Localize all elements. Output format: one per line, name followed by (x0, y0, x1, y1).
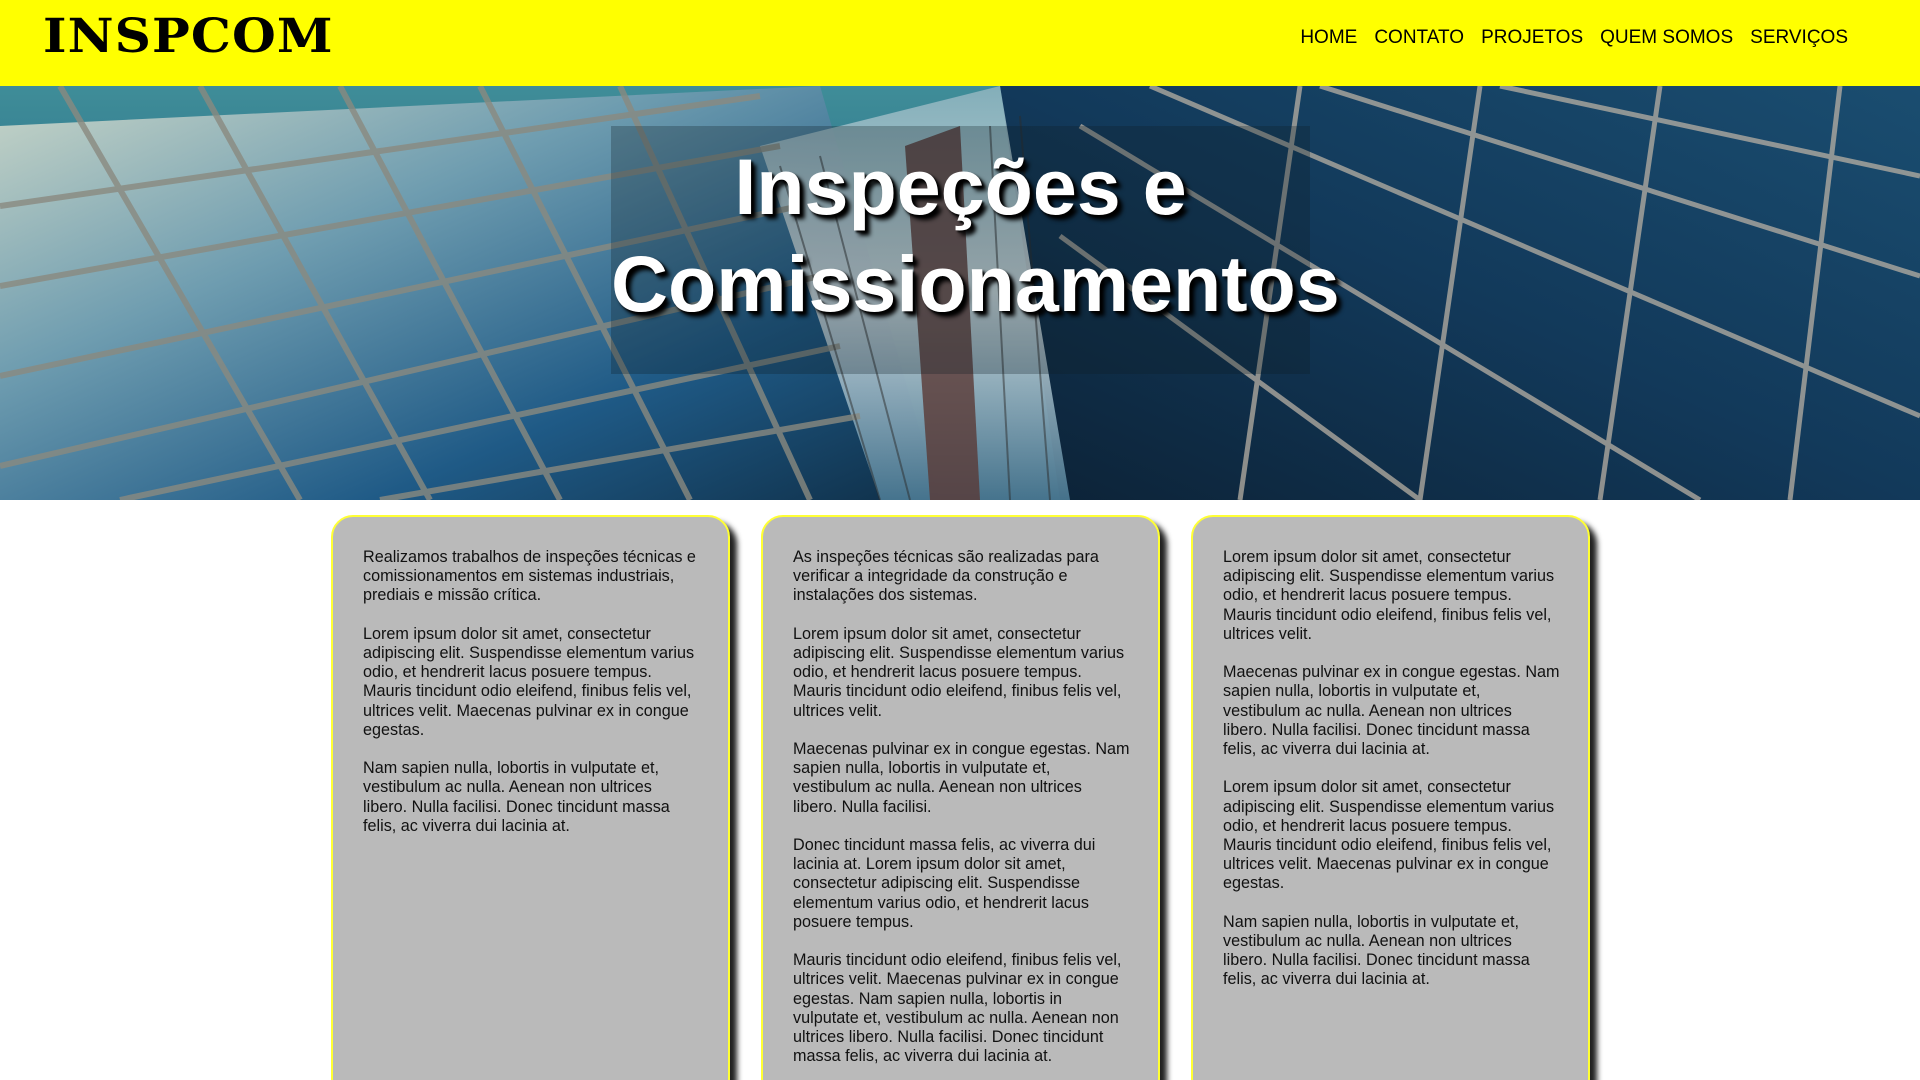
hero-title: Inspeções e Comissionamentos (611, 138, 1340, 332)
content-cards: Realizamos trabalhos de inspeções técnic… (0, 515, 1920, 1080)
nav-home[interactable]: HOME (1300, 27, 1357, 49)
card-paragraph: As inspeções técnicas são realizadas par… (793, 548, 1099, 605)
hero-title-line-1: Inspeções e (734, 142, 1187, 231)
nav-contato[interactable]: CONTATO (1374, 27, 1464, 49)
hero-banner: Inspeções e Comissionamentos (0, 86, 1920, 500)
info-card-3: Lorem ipsum dolor sit amet, consectetur … (1191, 515, 1590, 1080)
card-paragraph: Lorem ipsum dolor sit amet, consectetur … (363, 624, 695, 739)
card-paragraph: Maecenas pulvinar ex in congue egestas. … (793, 740, 1130, 816)
card-paragraph: Maecenas pulvinar ex in congue egestas. … (1223, 663, 1560, 759)
card-paragraph: Realizamos trabalhos de inspeções técnic… (363, 548, 696, 605)
card-paragraph: Mauris tincidunt odio eleifend, finibus … (793, 951, 1122, 1066)
main-nav: HOME CONTATO PROJETOS QUEM SOMOS SERVIÇO… (1300, 27, 1848, 49)
nav-quem-somos[interactable]: QUEM SOMOS (1600, 27, 1733, 49)
card-paragraph: Lorem ipsum dolor sit amet, consectetur … (793, 624, 1125, 720)
card-paragraph: Lorem ipsum dolor sit amet, consectetur … (1223, 548, 1555, 643)
nav-servicos[interactable]: SERVIÇOS (1750, 27, 1848, 49)
card-paragraph: Nam sapien nulla, lobortis in vulputate … (363, 759, 670, 835)
hero-title-line-2: Comissionamentos (611, 239, 1340, 328)
card-paragraph: Donec tincidunt massa felis, ac viverra … (793, 836, 1096, 931)
card-paragraph: Nam sapien nulla, lobortis in vulputate … (1223, 912, 1530, 989)
site-header: INSPCOM HOME CONTATO PROJETOS QUEM SOMOS… (0, 0, 1920, 86)
card-paragraph: Lorem ipsum dolor sit amet, consectetur … (1223, 778, 1555, 893)
nav-projetos[interactable]: PROJETOS (1481, 27, 1583, 49)
info-card-2: As inspeções técnicas são realizadas par… (761, 515, 1160, 1080)
site-logo[interactable]: INSPCOM (43, 9, 334, 64)
info-card-1: Realizamos trabalhos de inspeções técnic… (331, 515, 730, 1080)
